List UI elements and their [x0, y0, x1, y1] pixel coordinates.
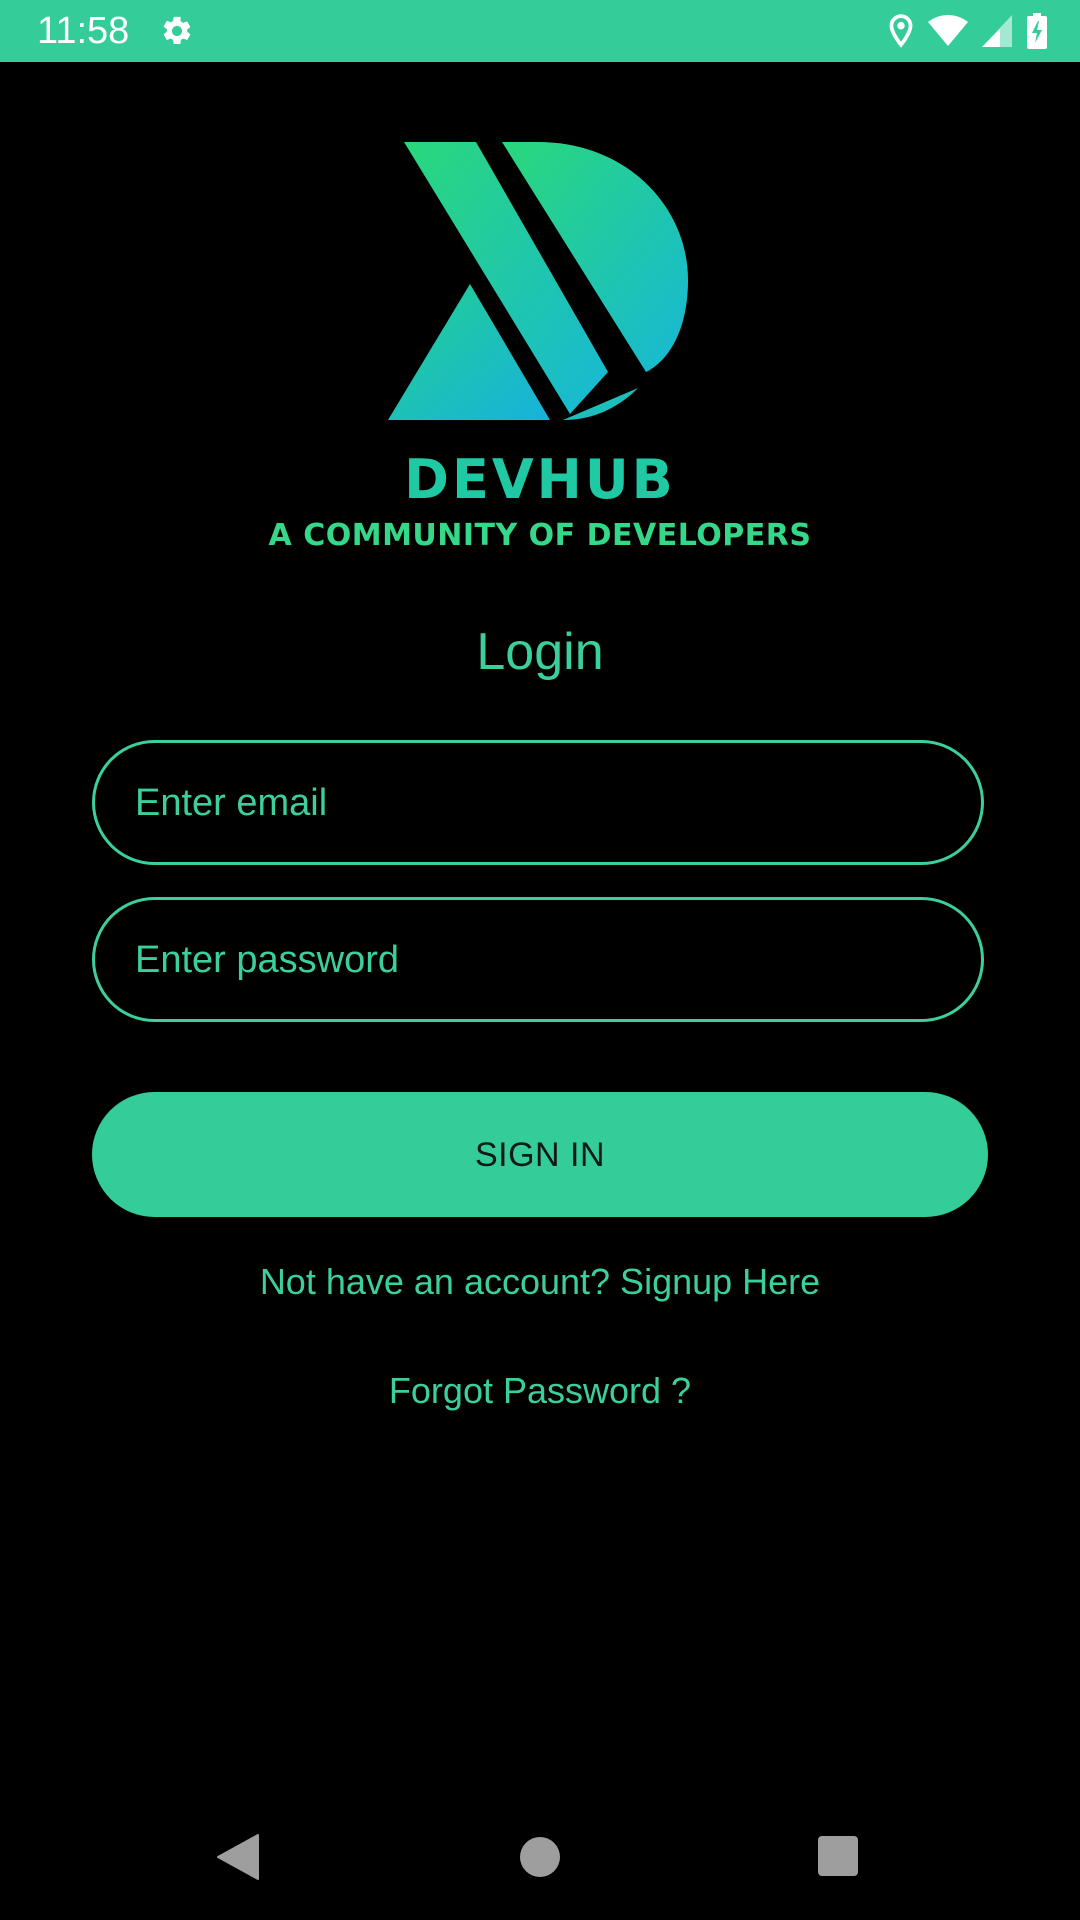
- password-field[interactable]: [133, 900, 947, 1021]
- status-bar: 11:58: [0, 0, 1080, 62]
- signup-link[interactable]: Not have an account? Signup Here: [0, 1260, 1080, 1304]
- email-field[interactable]: [133, 743, 947, 864]
- email-field-container: [92, 740, 984, 865]
- devhub-logo-icon: [388, 142, 688, 420]
- back-icon[interactable]: [216, 1833, 260, 1881]
- home-icon[interactable]: [520, 1837, 560, 1877]
- password-field-container: [92, 897, 984, 1022]
- status-time: 11:58: [37, 10, 130, 52]
- page-title: Login: [476, 623, 604, 681]
- settings-gear-icon: [160, 14, 194, 48]
- battery-charging-icon: [1026, 13, 1048, 49]
- wifi-icon: [928, 15, 968, 47]
- cell-signal-icon: [982, 15, 1012, 47]
- brand-tagline: A COMMUNITY OF DEVELOPERS: [268, 518, 812, 553]
- navigation-bar: [0, 1800, 1080, 1920]
- sign-in-button[interactable]: SIGN IN: [92, 1092, 988, 1217]
- status-icons: [888, 12, 1048, 50]
- forgot-password-link[interactable]: Forgot Password ?: [0, 1369, 1080, 1413]
- location-pin-icon: [888, 14, 914, 48]
- brand-name: DEVHUB: [404, 448, 676, 511]
- recents-icon[interactable]: [818, 1836, 858, 1876]
- login-screen: 11:58 DEVHUB A COMMUNITY OF DEVELOPERS L…: [0, 0, 1080, 1920]
